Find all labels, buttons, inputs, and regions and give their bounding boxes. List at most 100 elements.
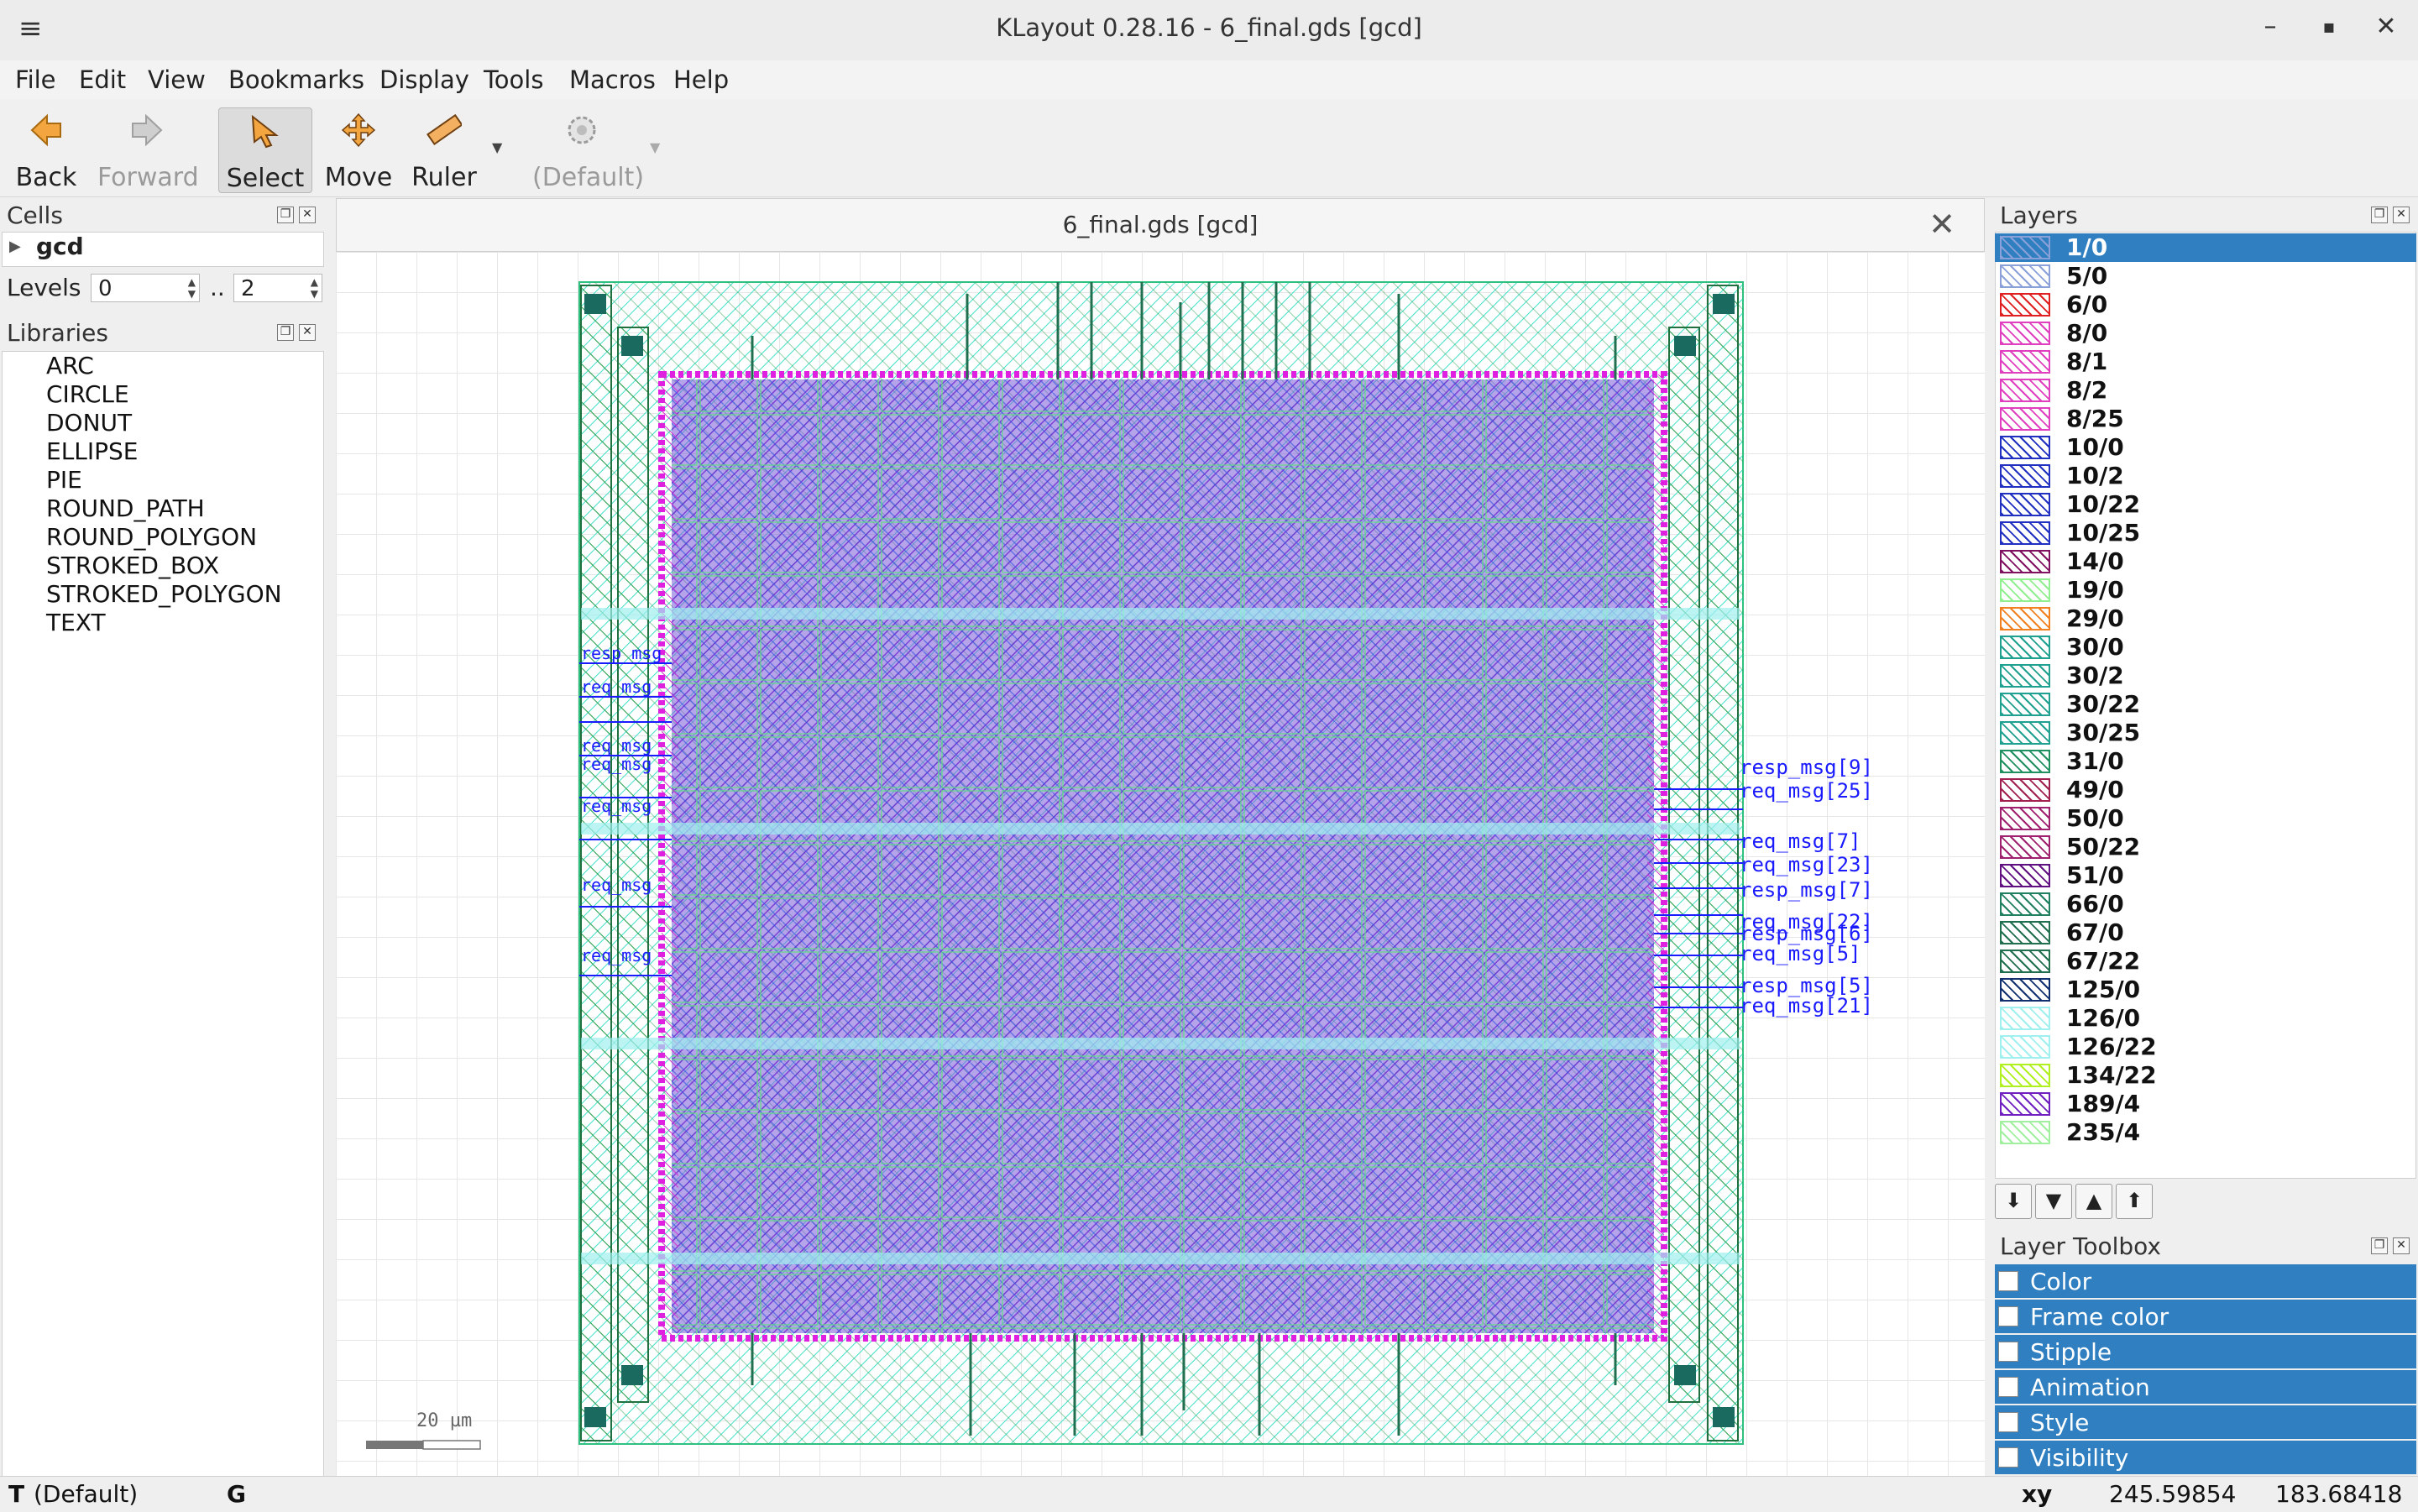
layer-row[interactable]: 49/0 [1995,776,2416,804]
layer-swatch [2000,1035,2050,1059]
toolbox-close-icon[interactable]: ✕ [2393,1237,2410,1254]
library-item[interactable]: ROUND_PATH [46,494,205,522]
toolbox-color[interactable]: Color [1995,1264,2416,1298]
libraries-close-icon[interactable]: ✕ [299,324,316,341]
layer-row[interactable]: 19/0 [1995,576,2416,604]
toolbox-animation[interactable]: Animation [1995,1370,2416,1404]
menu-file[interactable]: File [15,65,56,94]
expand-checkbox[interactable] [1998,1342,2018,1362]
layer-move-top-button[interactable]: ⬆ [2116,1184,2153,1219]
layer-row[interactable]: 67/22 [1995,947,2416,976]
layer-row[interactable]: 10/25 [1995,519,2416,547]
spin-arrows-icon[interactable]: ▲ ▼ [311,276,318,300]
library-item[interactable]: CIRCLE [46,380,129,408]
menu-tools[interactable]: Tools [484,65,543,94]
libraries-float-icon[interactable]: ❐ [277,324,294,341]
cells-float-icon[interactable]: ❐ [277,207,294,223]
default-mode-button[interactable]: (Default) [532,107,645,192]
toolbox-float-icon[interactable]: ❐ [2371,1237,2388,1254]
layer-row[interactable]: 50/0 [1995,804,2416,833]
layer-row[interactable]: 30/22 [1995,690,2416,719]
levels-from-spinbox[interactable]: 0 ▲ ▼ [91,274,200,302]
toolbox-frame-color[interactable]: Frame color [1995,1300,2416,1333]
library-item[interactable]: TEXT [46,609,106,636]
layer-row[interactable]: 235/4 [1995,1118,2416,1147]
layer-row[interactable]: 66/0 [1995,890,2416,918]
layer-row[interactable]: 126/0 [1995,1004,2416,1033]
scale-bar-label: 20 µm [416,1410,473,1431]
expand-checkbox[interactable] [1998,1306,2018,1326]
menu-help[interactable]: Help [673,65,729,94]
layer-row[interactable]: 8/1 [1995,348,2416,376]
back-button[interactable]: Back [0,107,92,192]
layer-row[interactable]: 6/0 [1995,290,2416,319]
levels-to-spinbox[interactable]: 2 ▲ ▼ [233,274,322,302]
layer-row[interactable]: 134/22 [1995,1061,2416,1090]
default-dropdown-icon[interactable]: ▼ [650,139,660,155]
layer-row[interactable]: 5/0 [1995,262,2416,290]
layer-row[interactable]: 14/0 [1995,547,2416,576]
layout-canvas[interactable]: resp_msg[9] req_msg[25] req_msg[7] req_m… [336,252,1985,1476]
layers-close-icon[interactable]: ✕ [2393,207,2410,223]
forward-button[interactable]: Forward [97,107,199,192]
minimize-button[interactable]: – [2253,12,2287,41]
toolbox-visibility[interactable]: Visibility [1995,1441,2416,1474]
library-item[interactable]: PIE [46,466,82,494]
layer-row[interactable]: 8/2 [1995,376,2416,405]
layer-row[interactable]: 67/0 [1995,918,2416,947]
menu-view[interactable]: View [148,65,206,94]
layer-row[interactable]: 30/0 [1995,633,2416,662]
menu-display[interactable]: Display [379,65,469,94]
toolbox-style[interactable]: Style [1995,1405,2416,1439]
expand-checkbox[interactable] [1998,1412,2018,1432]
top-cell-item[interactable]: gcd [36,233,84,260]
layer-row[interactable]: 51/0 [1995,861,2416,890]
maximize-button[interactable]: ▪ [2312,17,2346,38]
library-item[interactable]: DONUT [46,409,132,437]
layers-float-icon[interactable]: ❐ [2371,207,2388,223]
layer-row[interactable]: 8/0 [1995,319,2416,348]
layer-row[interactable]: 126/22 [1995,1033,2416,1061]
layer-row[interactable]: 8/25 [1995,405,2416,433]
layer-row[interactable]: 125/0 [1995,976,2416,1004]
layer-row[interactable]: 10/0 [1995,433,2416,462]
layer-row[interactable]: 31/0 [1995,747,2416,776]
mode-key: T [8,1480,25,1508]
select-tool-button[interactable]: Select [218,107,312,193]
menu-bookmarks[interactable]: Bookmarks [228,65,364,94]
library-item[interactable]: STROKED_BOX [46,552,219,579]
expand-icon[interactable]: ▶ [9,238,21,255]
expand-checkbox[interactable] [1998,1271,2018,1291]
layer-row[interactable]: 30/2 [1995,662,2416,690]
layer-row[interactable]: 10/2 [1995,462,2416,490]
layer-move-bottom-button[interactable]: ⬇ [1995,1184,2032,1219]
layout-tab[interactable]: 6_final.gds [gcd] ✕ [336,198,1985,252]
menu-macros[interactable]: Macros [569,65,656,94]
layer-swatch [2000,436,2050,459]
cells-close-icon[interactable]: ✕ [299,207,316,223]
spin-arrows-icon[interactable]: ▲ ▼ [188,276,196,300]
expand-checkbox[interactable] [1998,1377,2018,1397]
layer-swatch [2000,264,2050,288]
layer-move-down-button[interactable]: ▼ [2035,1184,2072,1219]
expand-checkbox[interactable] [1998,1447,2018,1468]
layer-row[interactable]: 50/22 [1995,833,2416,861]
move-tool-button[interactable]: Move [312,107,405,192]
menu-edit[interactable]: Edit [79,65,126,94]
layer-row[interactable]: 1/0 [1995,233,2416,262]
close-tab-icon[interactable]: ✕ [1929,206,1955,243]
library-item[interactable]: ROUND_POLYGON [46,523,257,551]
library-item[interactable]: ELLIPSE [46,437,139,465]
layer-move-up-button[interactable]: ▲ [2075,1184,2112,1219]
layer-row[interactable]: 10/22 [1995,490,2416,519]
library-item[interactable]: ARC [46,352,94,379]
ruler-tool-button[interactable]: Ruler [398,107,490,192]
layer-row[interactable]: 30/25 [1995,719,2416,747]
layer-row[interactable]: 29/0 [1995,604,2416,633]
toolbox-stipple[interactable]: Stipple [1995,1335,2416,1368]
layer-row[interactable]: 189/4 [1995,1090,2416,1118]
close-button[interactable]: ✕ [2369,12,2403,41]
default-mode-label: (Default) [532,163,645,192]
ruler-dropdown-icon[interactable]: ▼ [492,139,502,155]
library-item[interactable]: STROKED_POLYGON [46,580,282,608]
